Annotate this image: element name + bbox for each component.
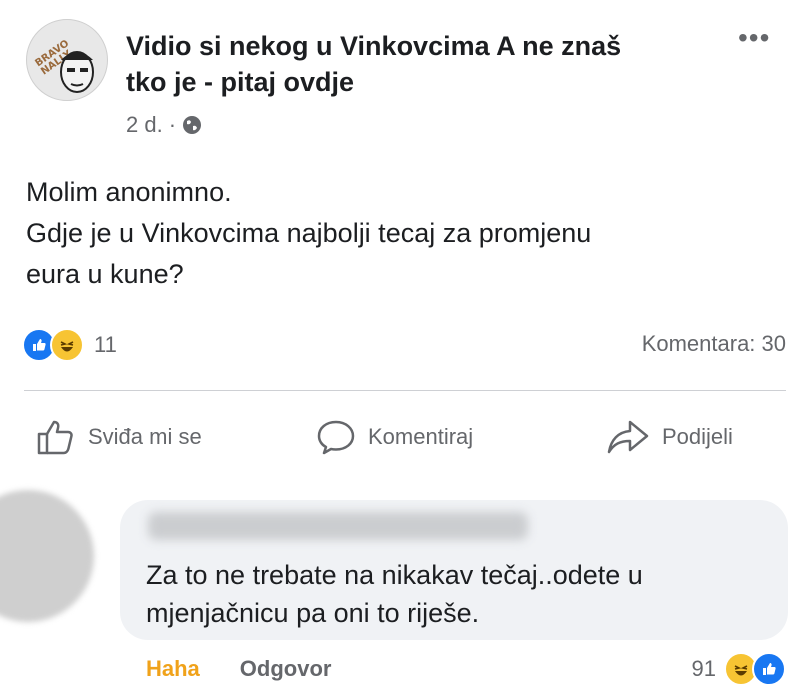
like-label[interactable]: Sviđa mi se [88, 424, 202, 450]
haha-reaction-button[interactable]: Haha [146, 656, 200, 682]
reaction-count: 11 [94, 332, 117, 357]
group-name-line1[interactable]: Vidio si nekog u Vinkovcima A ne znaš [126, 28, 686, 64]
share-button[interactable]: Podijeli [606, 418, 733, 456]
post-time[interactable]: 2 d. · [126, 112, 176, 138]
comment-text-line1: Za to ne trebate na nikakav tečaj..odete… [146, 560, 643, 590]
share-label[interactable]: Podijeli [662, 424, 733, 450]
comment-count[interactable]: Komentara: 30 [642, 331, 786, 357]
post-text-line2: Gdje je u Vinkovcima najbolji tecaj za p… [26, 218, 592, 248]
comment-bubble-icon [317, 420, 355, 455]
post-text-line3: eura u kune? [26, 259, 184, 289]
comment-reactions[interactable]: 91 [692, 652, 786, 686]
thumbs-up-icon [37, 420, 73, 455]
comment-text: Za to ne trebate na nikakav tečaj..odete… [146, 556, 766, 632]
divider [24, 390, 786, 391]
post-meta: 2 d. · [126, 112, 202, 138]
like-reaction-icon [752, 652, 786, 686]
reaction-summary[interactable]: 11 [22, 328, 117, 362]
group-name-line2[interactable]: tko je - pitaj ovdje [126, 64, 686, 100]
share-arrow-icon [607, 420, 649, 454]
like-button[interactable]: Sviđa mi se [36, 418, 202, 456]
haha-reaction-icon [50, 328, 84, 362]
group-avatar[interactable]: BRAVO NALLY [26, 19, 108, 101]
comment-label[interactable]: Komentiraj [368, 424, 473, 450]
group-name[interactable]: Vidio si nekog u Vinkovcima A ne znaš tk… [126, 28, 686, 100]
avatar-face-icon [60, 51, 94, 93]
more-options-icon[interactable]: ••• [738, 22, 770, 54]
comment-button[interactable]: Komentiraj [316, 418, 473, 456]
post-text-line1: Molim anonimno. [26, 177, 232, 207]
globe-icon [183, 116, 202, 134]
comment-reaction-count: 91 [691, 656, 716, 681]
reply-button[interactable]: Odgovor [240, 656, 332, 682]
post-text: Molim anonimno. Gdje je u Vinkovcima naj… [26, 172, 591, 295]
comment-actions: Haha Odgovor [146, 656, 331, 682]
commenter-name-blurred[interactable] [148, 512, 528, 540]
comment-text-line2: mjenjačnicu pa oni to riješe. [146, 598, 480, 628]
